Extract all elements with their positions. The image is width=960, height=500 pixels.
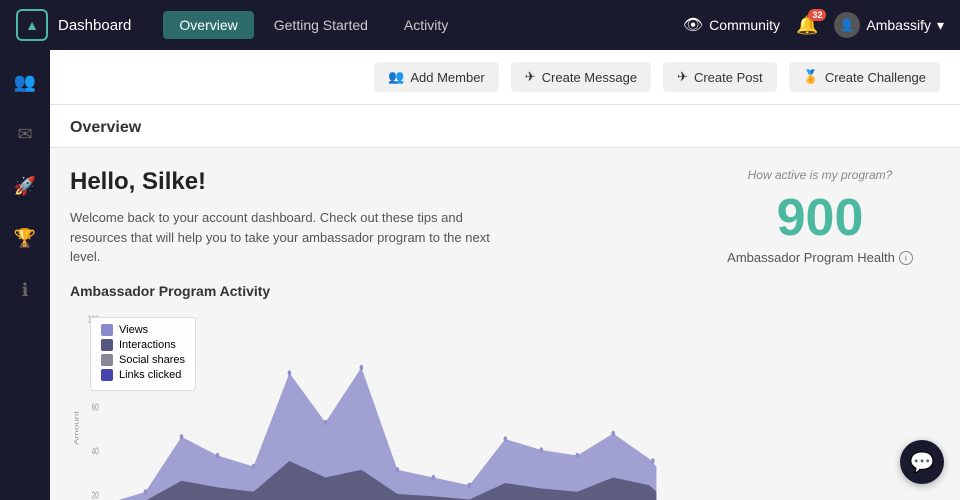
create-message-label: Create Message — [542, 70, 637, 85]
svg-text:Amount: Amount — [72, 410, 80, 445]
legend-item-interactions: Interactions — [101, 339, 185, 351]
chat-icon: 💬 — [910, 450, 935, 475]
user-menu-button[interactable]: 👤 Ambassify ▾ — [834, 12, 944, 38]
chart-title: Ambassador Program Activity — [70, 283, 660, 299]
info-circle-icon[interactable]: i — [899, 251, 913, 265]
how-active-label: How active is my program? — [748, 168, 893, 182]
notifications-button[interactable]: 🔔 32 — [796, 15, 818, 36]
health-label-text: Ambassador Program Health — [727, 250, 895, 265]
legend-color-interactions — [101, 339, 113, 351]
svg-text:40: 40 — [92, 444, 99, 456]
svg-text:20: 20 — [92, 488, 99, 500]
sidebar-item-challenges[interactable]: 🏆 — [9, 222, 41, 254]
health-score: 900 — [777, 192, 864, 244]
chat-bubble-button[interactable]: 💬 — [900, 440, 944, 484]
sidebar-item-messages[interactable]: ✉ — [9, 118, 41, 150]
community-button[interactable]: 👁 Community — [683, 15, 780, 35]
legend-label-interactions: Interactions — [119, 339, 176, 351]
logo-area: ▲ Dashboard — [16, 9, 131, 41]
tab-getting-started[interactable]: Getting Started — [258, 11, 384, 39]
sidebar: 👥 ✉ 🚀 🏆 ℹ — [0, 50, 50, 500]
top-nav: ▲ Dashboard Overview Getting Started Act… — [0, 0, 960, 50]
legend-label-views: Views — [119, 324, 148, 336]
chevron-down-icon: ▾ — [937, 17, 944, 34]
tab-activity[interactable]: Activity — [388, 11, 464, 39]
welcome-text: Welcome back to your account dashboard. … — [70, 208, 490, 267]
chart-legend: Views Interactions Social shares — [90, 317, 196, 391]
svg-text:60: 60 — [92, 400, 99, 412]
legend-item-links: Links clicked — [101, 369, 185, 381]
avatar: 👤 — [834, 12, 860, 38]
main-layout: 👥 ✉ 🚀 🏆 ℹ 👥 Add Member ✈ Create Message … — [0, 50, 960, 500]
tab-overview[interactable]: Overview — [163, 11, 253, 39]
add-member-label: Add Member — [410, 70, 484, 85]
action-bar: 👥 Add Member ✈ Create Message ✈ Create P… — [50, 50, 960, 105]
sidebar-item-info[interactable]: ℹ — [9, 274, 41, 306]
legend-color-social — [101, 354, 113, 366]
greeting: Hello, Silke! — [70, 168, 660, 196]
create-challenge-button[interactable]: 🏅 Create Challenge — [789, 62, 940, 92]
health-label: Ambassador Program Health i — [727, 250, 913, 265]
user-name: Ambassify — [866, 17, 931, 33]
left-content: Hello, Silke! Welcome back to your accou… — [50, 148, 680, 500]
add-member-icon: 👥 — [388, 69, 404, 85]
legend-label-links: Links clicked — [119, 369, 181, 381]
add-member-button[interactable]: 👥 Add Member — [374, 62, 499, 92]
create-post-button[interactable]: ✈ Create Post — [663, 62, 777, 92]
sidebar-item-people[interactable]: 👥 — [9, 66, 41, 98]
nav-tabs: Overview Getting Started Activity — [163, 11, 670, 39]
legend-label-social: Social shares — [119, 354, 185, 366]
create-message-icon: ✈ — [525, 69, 536, 85]
dashboard-label: Dashboard — [58, 17, 131, 34]
eye-icon: 👁 — [683, 15, 703, 35]
chart-container: Views Interactions Social shares — [70, 307, 660, 500]
nav-right: 👁 Community 🔔 32 👤 Ambassify ▾ — [683, 12, 944, 38]
create-post-icon: ✈ — [677, 69, 688, 85]
community-label: Community — [709, 17, 780, 33]
create-challenge-icon: 🏅 — [803, 69, 819, 85]
overview-panel: Overview — [50, 105, 960, 148]
create-message-button[interactable]: ✈ Create Message — [511, 62, 651, 92]
notification-badge: 32 — [808, 9, 826, 21]
create-challenge-label: Create Challenge — [825, 70, 926, 85]
main-content: Hello, Silke! Welcome back to your accou… — [50, 148, 960, 500]
content-area: 👥 Add Member ✈ Create Message ✈ Create P… — [50, 50, 960, 500]
chart-section: Ambassador Program Activity Views Intera… — [70, 283, 660, 500]
legend-color-links — [101, 369, 113, 381]
sidebar-item-campaigns[interactable]: 🚀 — [9, 170, 41, 202]
logo-icon: ▲ — [16, 9, 48, 41]
legend-item-social: Social shares — [101, 354, 185, 366]
overview-title: Overview — [70, 119, 141, 137]
create-post-label: Create Post — [694, 70, 763, 85]
legend-item-views: Views — [101, 324, 185, 336]
legend-color-views — [101, 324, 113, 336]
